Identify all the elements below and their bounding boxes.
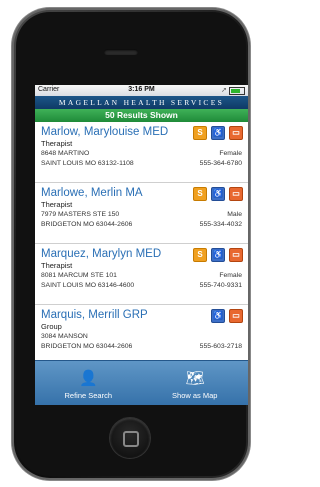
language-icon: S [193,248,207,262]
status-bar: Carrier 3:16 PM ➚ [35,85,248,96]
refine-search-label: Refine Search [64,391,113,400]
results-list[interactable]: Marlow, Marylouise MED Therapist 8648 MA… [35,122,248,360]
refine-search-button[interactable]: 👤 Refine Search [35,361,142,405]
provider-type: Group [41,322,62,331]
city: BRIDGETON MO 63044-2606 [41,343,133,350]
gender: Male [227,211,242,218]
home-square-icon [123,431,139,447]
battery-icon [229,87,245,95]
badges: S ♿ ▭ [193,126,243,140]
gender: Female [219,150,242,157]
wheelchair-icon: ♿ [211,309,225,323]
bottom-toolbar: 👤 Refine Search 🗺 Show as Map [35,360,248,405]
address-row: 8081 MARCUM STE 101 Female [41,271,242,281]
language-icon: S [193,187,207,201]
phone[interactable]: 555-603-2718 [200,342,242,352]
address-row: 8648 MARTINO Female [41,149,242,159]
city-row: SAINT LOUIS MO 63132-1108 555-364-6780 [41,159,242,169]
provider-type: Therapist [41,261,73,270]
brand-header: MAGELLAN HEALTH SERVICES [35,96,248,109]
bus-icon: ▭ [229,309,243,323]
refine-search-icon: 👤 [79,370,98,387]
clock: 3:16 PM [128,86,155,93]
wheelchair-icon: ♿ [211,187,225,201]
phone[interactable]: 555-364-6780 [200,159,242,169]
address-row: 7979 MASTERS STE 150 Male [41,210,242,220]
list-item[interactable]: Marlow, Marylouise MED Therapist 8648 MA… [35,122,248,183]
badges: S ♿ ▭ [193,187,243,201]
bus-icon: ▭ [229,187,243,201]
list-item[interactable]: Marquis, Merrill GRP Group 3084 MANSON B… [35,305,248,360]
wheelchair-icon: ♿ [211,248,225,262]
map-icon: 🗺 [185,370,205,387]
earpiece-speaker [104,49,138,55]
address-row: 3084 MANSON [41,332,242,342]
city: SAINT LOUIS MO 63132-1108 [41,160,134,167]
bus-icon: ▭ [229,126,243,140]
city-row: BRIDGETON MO 63044-2606 555-334-4032 [41,220,242,230]
city: SAINT LOUIS MO 63146-4600 [41,282,135,289]
results-count-bar: 50 Results Shown [35,109,248,122]
badges: ♿ ▭ [211,309,243,323]
wheelchair-icon: ♿ [211,126,225,140]
home-button[interactable] [110,418,150,458]
show-as-map-button[interactable]: 🗺 Show as Map [142,361,249,405]
badges: S ♿ ▭ [193,248,243,262]
list-item[interactable]: Marlowe, Merlin MA Therapist 7979 MASTER… [35,183,248,244]
address: 8648 MARTINO [41,150,90,157]
show-as-map-label: Show as Map [172,391,218,400]
provider-type: Therapist [41,139,73,148]
app-screen: Carrier 3:16 PM ➚ MAGELLAN HEALTH SERVIC… [35,85,248,405]
city-row: SAINT LOUIS MO 63146-4600 555-740-9331 [41,281,242,291]
address: 3084 MANSON [41,333,88,340]
list-item[interactable]: Marquez, Marylyn MED Therapist 8081 MARC… [35,244,248,305]
city: BRIDGETON MO 63044-2606 [41,221,133,228]
bus-icon: ▭ [229,248,243,262]
phone[interactable]: 555-740-9331 [200,281,242,291]
address: 8081 MARCUM STE 101 [41,272,117,279]
address: 7979 MASTERS STE 150 [41,211,120,218]
provider-type: Therapist [41,200,73,209]
language-icon: S [193,126,207,140]
location-arrow-icon: ➚ [221,87,227,94]
gender: Female [219,272,242,279]
city-row: BRIDGETON MO 63044-2606 555-603-2718 [41,342,242,352]
phone[interactable]: 555-334-4032 [200,220,242,230]
